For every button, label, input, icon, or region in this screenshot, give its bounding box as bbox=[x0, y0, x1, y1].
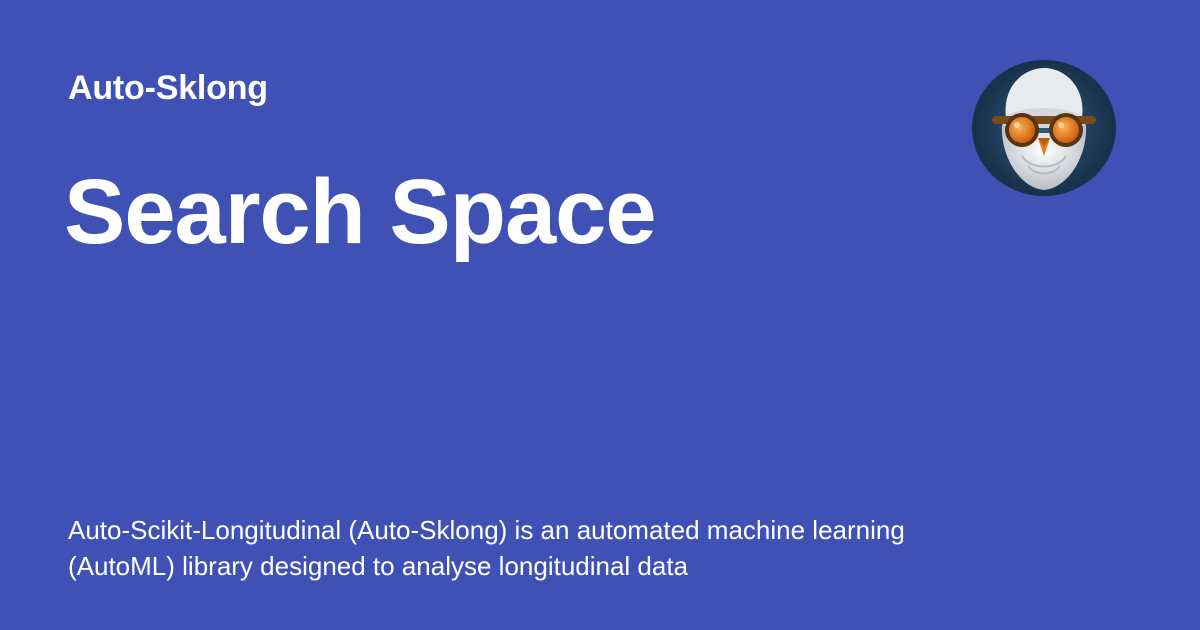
social-card: Auto-Sklong Search Space Auto-Scikit-Lon… bbox=[0, 0, 1200, 630]
page-title: Search Space bbox=[64, 161, 656, 263]
site-name: Auto-Sklong bbox=[68, 69, 268, 107]
bearded-owl-avatar-icon bbox=[972, 60, 1116, 196]
page-description: Auto-Scikit-Longitudinal (Auto-Sklong) i… bbox=[68, 515, 905, 581]
logo-avatar bbox=[972, 60, 1116, 196]
